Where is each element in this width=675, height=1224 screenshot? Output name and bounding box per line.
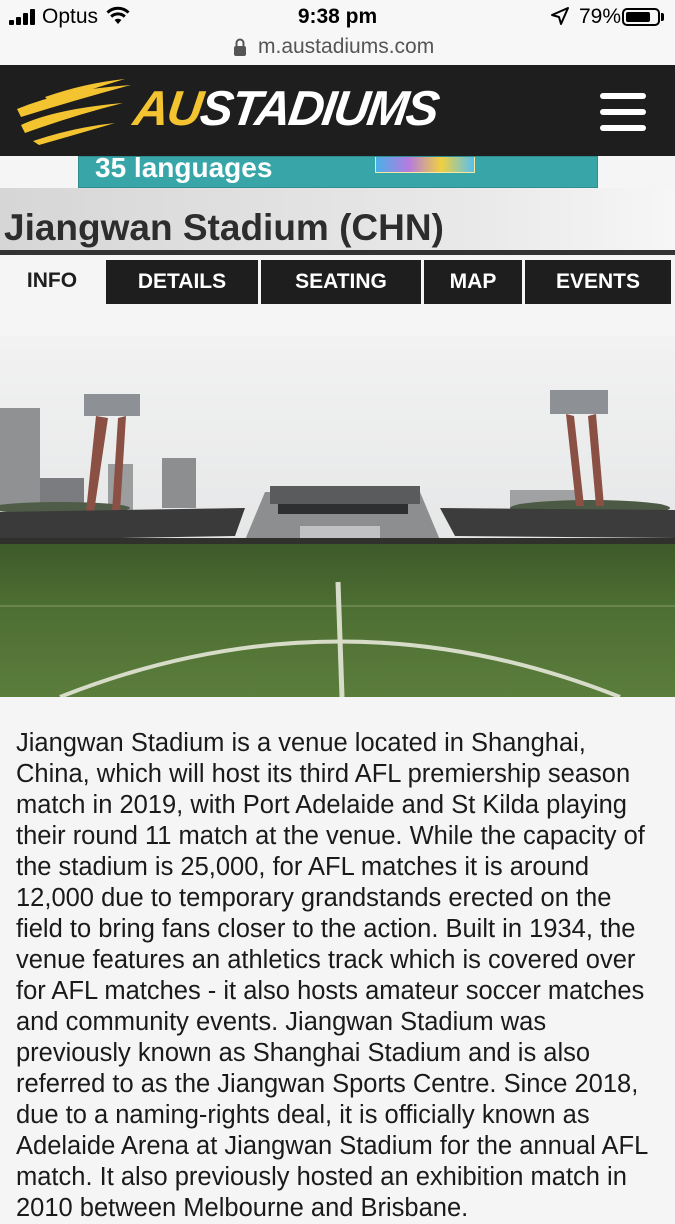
site-header: AUSTADIUMS xyxy=(0,65,675,156)
address-bar[interactable]: m.austadiums.com xyxy=(0,34,675,65)
location-arrow-icon xyxy=(551,7,569,25)
battery-percentage: 79% xyxy=(579,5,622,28)
advertisement-banner[interactable]: 35 languages xyxy=(78,156,598,188)
venue-tabs: INFO DETAILS SEATING MAP EVENTS xyxy=(0,258,675,306)
hamburger-menu-icon[interactable] xyxy=(600,93,646,131)
venue-description: Jiangwan Stadium is a venue located in S… xyxy=(16,729,648,1222)
battery-icon xyxy=(622,8,660,26)
tab-seating[interactable]: SEATING xyxy=(261,260,421,304)
title-band: Jiangwan Stadium (CHN) xyxy=(0,188,675,250)
ad-text: 35 languages xyxy=(95,156,273,183)
page-url[interactable]: m.austadiums.com xyxy=(258,35,434,59)
page-title: Jiangwan Stadium (CHN) xyxy=(4,207,444,248)
tab-info[interactable]: INFO xyxy=(0,258,104,306)
title-divider xyxy=(0,250,675,255)
logo-rest-text: STADIUMS xyxy=(196,82,441,136)
lock-icon xyxy=(234,38,246,56)
ad-map-graphic xyxy=(375,157,475,173)
tab-map[interactable]: MAP xyxy=(424,260,522,304)
clock: 9:38 pm xyxy=(297,5,378,28)
tab-details[interactable]: DETAILS xyxy=(106,260,258,304)
logo-accent-text: AU xyxy=(130,82,205,136)
site-logo-wordmark[interactable]: AUSTADIUMS xyxy=(130,81,441,137)
status-bar: Optus 9:38 pm 79% xyxy=(0,0,675,34)
stadium-photo xyxy=(0,336,675,697)
tab-events[interactable]: EVENTS xyxy=(525,260,671,304)
austadiums-logo-icon[interactable] xyxy=(15,79,133,145)
battery-tip xyxy=(661,13,664,21)
